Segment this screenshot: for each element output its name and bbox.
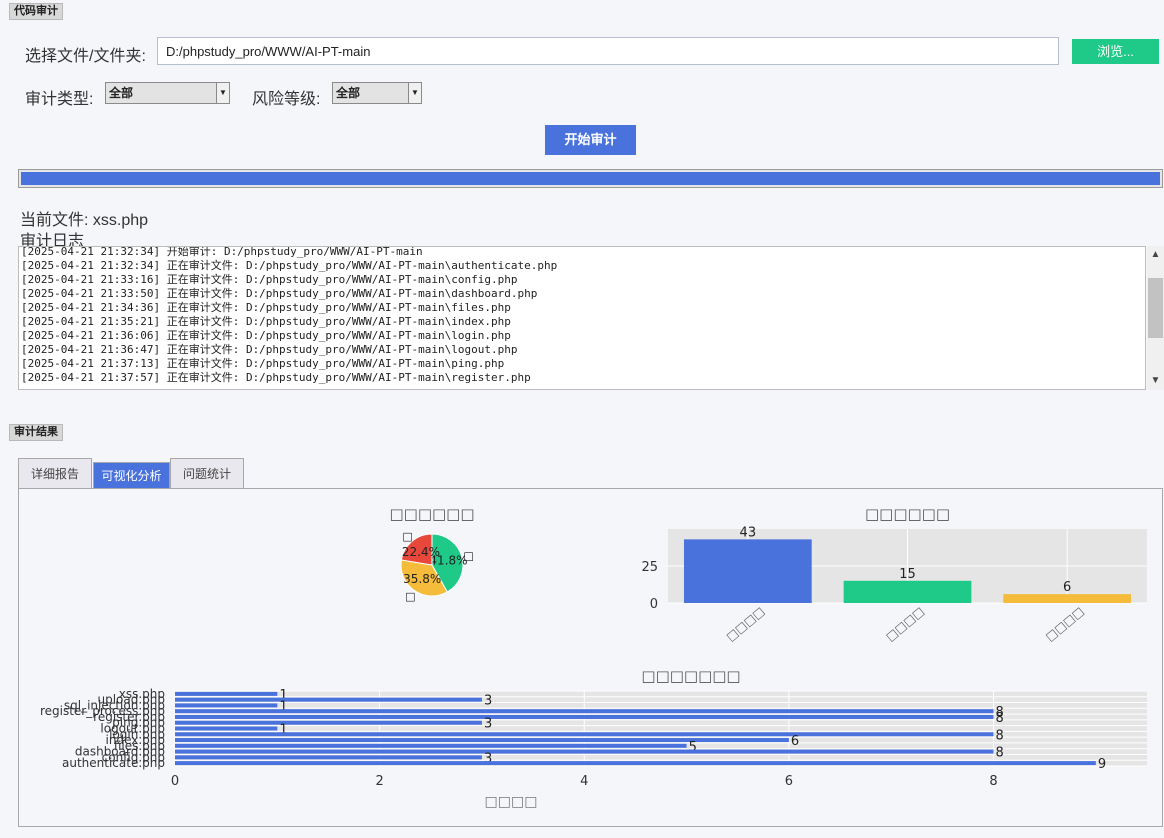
log-line: [2025-04-21 21:37:13] 正在审计文件: D:/phpstud… <box>21 357 505 370</box>
bar <box>683 539 812 603</box>
hbar <box>175 755 482 760</box>
bar-category-label: □□□□ <box>723 604 767 644</box>
bar-category-label: □□□□ <box>883 604 927 644</box>
results-group-title: 审计结果 <box>9 424 63 441</box>
log-line: [2025-04-21 21:36:06] 正在审计文件: D:/phpstud… <box>21 329 511 342</box>
log-lines: [2025-04-21 21:32:34] 开始审计: D:/phpstudy_… <box>21 246 558 385</box>
bar-y-tick-label: 25 <box>641 560 658 575</box>
tab-issue-stats[interactable]: 问题统计 <box>170 458 244 488</box>
hbar-x-tick-label: 6 <box>785 774 793 789</box>
hbar <box>175 714 994 719</box>
log-line: [2025-04-21 21:34:36] 正在审计文件: D:/phpstud… <box>21 301 511 314</box>
bar-value-label: 15 <box>899 567 916 582</box>
hbar-value-label: 8 <box>996 711 1004 726</box>
visualization-panel: □□□□□□ 41.8% □ 35.8% □ 22.4% □ □□□□□□ 0 25 43 □□□□ 1… <box>18 488 1163 827</box>
bar-value-label: 43 <box>740 525 757 540</box>
hbar-x-tick-label: 8 <box>989 774 997 789</box>
log-line: [2025-04-21 21:32:34] 正在审计文件: D:/phpstud… <box>21 259 558 272</box>
pie-percent-label: 22.4% <box>402 545 440 559</box>
log-textarea[interactable]: [2025-04-21 21:32:34] 开始审计: D:/phpstudy_… <box>18 246 1146 390</box>
file-select-label: 选择文件/文件夹: <box>25 48 146 65</box>
charts-canvas: □□□□□□41.8%□35.8%□22.4%□□□□□□□02543□□□□1… <box>40 505 1147 810</box>
hbar-x-tick-label: 4 <box>580 774 588 789</box>
scroll-up-icon[interactable]: ▲ <box>1147 248 1164 262</box>
chevron-down-icon[interactable]: ▼ <box>216 83 229 103</box>
hbar-value-label: 6 <box>791 734 799 749</box>
browse-button[interactable]: 浏览... <box>1072 39 1159 64</box>
bar <box>1003 594 1132 603</box>
hbar-value-label: 9 <box>1098 757 1106 772</box>
hbar <box>175 749 994 754</box>
hbar <box>175 703 278 708</box>
hbar-value-label: 3 <box>484 694 492 709</box>
bar-value-label: 6 <box>1063 580 1071 595</box>
hbar-chart-title: □□□□□□□ <box>641 667 740 685</box>
bar <box>843 580 972 603</box>
audit-group-title: 代码审计 <box>9 3 63 20</box>
hbar-category-label: authenticate.php <box>62 756 165 770</box>
pie-percent-label: 35.8% <box>403 572 441 586</box>
tab-visual-analysis[interactable]: 可视化分析 <box>93 462 170 489</box>
audit-type-label: 审计类型: <box>25 91 94 108</box>
hbar-x-axis-label: □□□□ <box>485 794 538 810</box>
log-line: [2025-04-21 21:33:16] 正在审计文件: D:/phpstud… <box>21 273 518 286</box>
risk-level-select[interactable]: 全部 ▼ <box>332 82 422 104</box>
bar-y-tick-label: 0 <box>650 597 658 612</box>
pie-slice-label: □ <box>405 590 415 603</box>
log-line: [2025-04-21 21:36:47] 正在审计文件: D:/phpstud… <box>21 343 518 356</box>
progress-bar <box>18 169 1163 188</box>
pie-title: □□□□□□ <box>389 505 474 523</box>
log-line: [2025-04-21 21:37:57] 正在审计文件: D:/phpstud… <box>21 371 531 384</box>
risk-level-label: 风险等级: <box>252 91 321 108</box>
start-audit-button[interactable]: 开始审计 <box>545 125 636 155</box>
progress-fill <box>21 172 1160 185</box>
hbar <box>175 697 482 702</box>
scroll-thumb[interactable] <box>1148 278 1163 338</box>
hbar <box>175 691 278 696</box>
hbar-value-label: 8 <box>996 746 1004 761</box>
hbar <box>175 726 278 731</box>
path-input[interactable] <box>157 37 1059 65</box>
log-scrollbar[interactable]: ▲ ▼ <box>1147 246 1164 390</box>
tab-detailed-report[interactable]: 详细报告 <box>18 458 92 488</box>
hbar <box>175 732 994 737</box>
scroll-down-icon[interactable]: ▼ <box>1147 374 1164 388</box>
hbar-x-tick-label: 0 <box>171 774 179 789</box>
hbar <box>175 720 482 725</box>
hbar <box>175 709 994 714</box>
log-line: [2025-04-21 21:35:21] 正在审计文件: D:/phpstud… <box>21 315 511 328</box>
log-line: [2025-04-21 21:33:50] 正在审计文件: D:/phpstud… <box>21 287 538 300</box>
hbar-x-tick-label: 2 <box>375 774 383 789</box>
audit-type-select[interactable]: 全部 ▼ <box>105 82 230 104</box>
hbar <box>175 743 687 748</box>
log-line: [2025-04-21 21:32:34] 开始审计: D:/phpstudy_… <box>21 246 423 258</box>
hbar <box>175 761 1096 766</box>
bar-chart-title: □□□□□□ <box>865 505 950 523</box>
hbar-value-label: 3 <box>484 717 492 732</box>
pie-slice-label: □ <box>402 530 412 543</box>
chevron-down-icon[interactable]: ▼ <box>408 83 421 103</box>
bar-category-label: □□□□ <box>1043 604 1087 644</box>
hbar-value-label: 8 <box>996 728 1004 743</box>
audit-type-value: 全部 <box>109 86 134 100</box>
risk-level-value: 全部 <box>336 86 361 100</box>
pie-slice-label: □ <box>463 549 473 562</box>
